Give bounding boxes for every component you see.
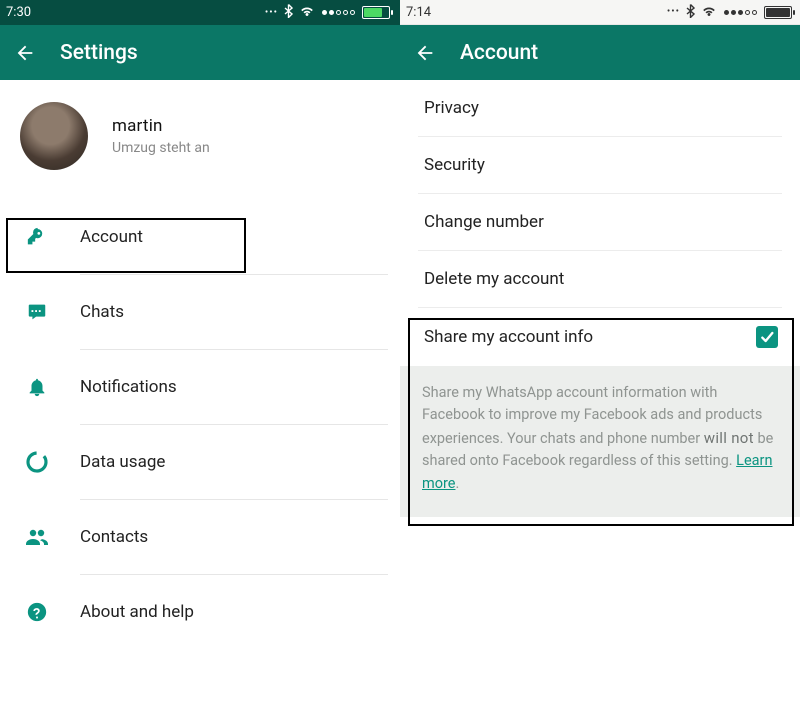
bluetooth-icon — [284, 4, 293, 21]
menu-item-data-usage[interactable]: Data usage — [0, 425, 400, 499]
battery-icon — [362, 6, 390, 19]
status-icons: ••• — [265, 4, 390, 21]
menu-item-change-number[interactable]: Change number — [400, 194, 800, 250]
page-title: Settings — [60, 41, 138, 65]
menu-item-privacy[interactable]: Privacy — [400, 80, 800, 136]
status-bar: 7:30 ••• — [0, 0, 400, 25]
status-icons: ••• — [667, 4, 792, 21]
help-icon — [24, 601, 50, 623]
menu-label: Notifications — [80, 377, 177, 397]
app-header: Settings — [0, 25, 400, 80]
app-header: Account — [400, 25, 800, 80]
back-arrow-icon[interactable] — [14, 42, 36, 64]
wifi-icon — [701, 5, 717, 20]
network-dots-icon: ••• — [265, 8, 278, 18]
menu-label: Data usage — [80, 452, 165, 472]
menu-item-delete-account[interactable]: Delete my account — [400, 251, 800, 307]
profile-status: Umzug steht an — [112, 140, 210, 156]
menu-item-about[interactable]: About and help — [0, 575, 400, 649]
menu-label: Chats — [80, 302, 124, 322]
status-bar: 7:14 ••• — [400, 0, 800, 25]
bluetooth-icon — [686, 4, 695, 21]
profile-block[interactable]: martin Umzug steht an — [0, 80, 400, 200]
menu-item-contacts[interactable]: Contacts — [0, 500, 400, 574]
highlight-box-account — [6, 218, 246, 273]
avatar — [20, 102, 88, 170]
page-title: Account — [460, 41, 538, 65]
network-dots-icon: ••• — [667, 7, 680, 17]
menu-label: Contacts — [80, 527, 148, 547]
menu-item-chats[interactable]: Chats — [0, 275, 400, 349]
contacts-icon — [24, 526, 50, 548]
data-usage-icon — [24, 450, 50, 474]
bell-icon — [24, 376, 50, 398]
signal-icon — [723, 10, 758, 15]
account-pane: 7:14 ••• Account — [400, 0, 800, 711]
signal-icon — [321, 10, 356, 15]
back-arrow-icon[interactable] — [414, 42, 436, 64]
profile-name: martin — [112, 116, 210, 136]
menu-item-notifications[interactable]: Notifications — [0, 350, 400, 424]
chat-icon — [24, 301, 50, 323]
settings-pane: 7:30 ••• Settings — [0, 0, 400, 711]
battery-icon — [764, 6, 792, 19]
highlight-box-share — [408, 318, 794, 526]
menu-label: About and help — [80, 602, 194, 622]
wifi-icon — [299, 5, 315, 20]
menu-item-security[interactable]: Security — [400, 137, 800, 193]
status-time: 7:14 — [406, 5, 431, 20]
status-time: 7:30 — [6, 5, 31, 20]
